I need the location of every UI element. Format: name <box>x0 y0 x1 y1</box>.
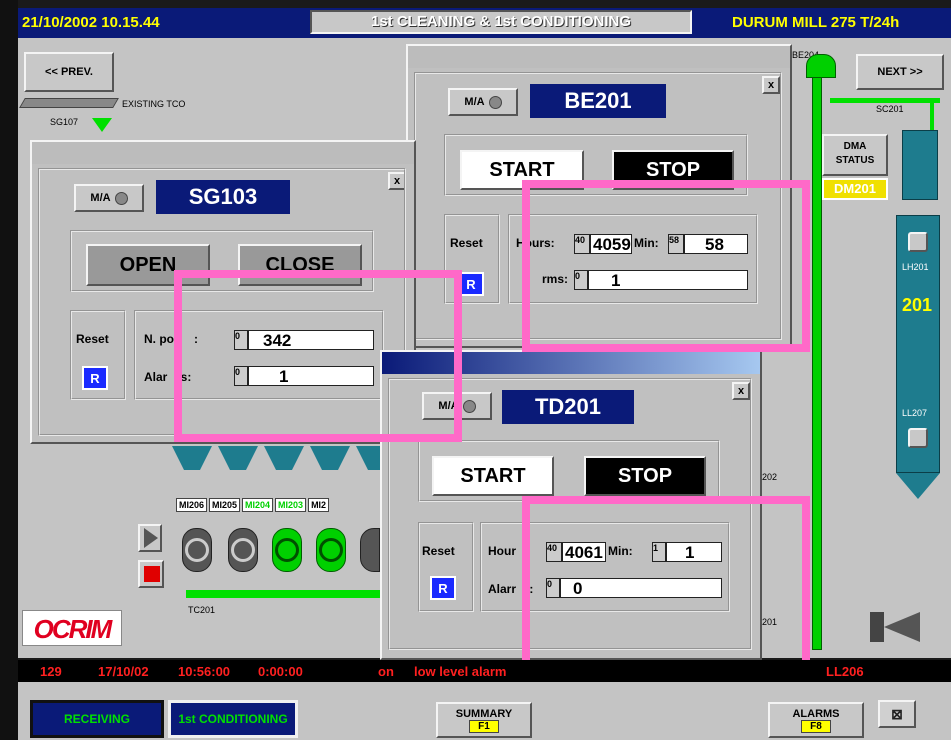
alarm-message: low level alarm <box>414 663 507 679</box>
motor-mi204[interactable] <box>272 528 302 572</box>
silo-bottom <box>896 473 940 499</box>
dm201-badge: DM201 <box>822 178 888 200</box>
highlight-box-td201 <box>522 496 810 668</box>
ocrim-logo: OCRIM <box>22 610 122 646</box>
tc201-label: TC201 <box>188 605 216 615</box>
alarm-bar[interactable]: 129 17/10/02 10:56:00 0:00:00 on low lev… <box>18 660 951 682</box>
side-label-202: 202 <box>762 472 778 482</box>
alarm-time: 10:56:00 <box>178 663 231 679</box>
sc201-label: SC201 <box>876 104 904 114</box>
td201-hours-label: Hour <box>488 544 516 558</box>
sg103-reset-button[interactable]: R <box>82 366 108 390</box>
mute-icon: ⊠ <box>891 705 903 722</box>
receiving-tab[interactable]: RECEIVING <box>30 700 164 738</box>
ll207-label: LL207 <box>902 408 928 418</box>
mute-horn-button[interactable]: ⊠ <box>878 700 916 728</box>
hopper-labels: MI206 MI205 MI204 MI203 MI2 <box>176 498 330 512</box>
sg103-titlebar <box>32 142 414 164</box>
next-button[interactable]: NEXT >> <box>856 54 944 90</box>
highlight-box-sg103 <box>174 270 462 442</box>
alarm-id: 129 <box>40 663 62 679</box>
alarm-tag: LL206 <box>826 663 864 679</box>
sg103-mode-button[interactable]: M/A <box>74 184 144 212</box>
hopper-label-mi205: MI205 <box>209 498 241 512</box>
td201-reset-button[interactable]: R <box>430 576 456 600</box>
alarms-button[interactable]: ALARMS F8 <box>768 702 864 738</box>
tc201-conveyor <box>186 590 386 598</box>
hopper-label-mi206: MI206 <box>176 498 208 512</box>
mode-indicator-icon <box>488 95 502 109</box>
motor-mi206[interactable] <box>182 528 212 572</box>
motor-mi203[interactable] <box>316 528 346 572</box>
summary-key: F1 <box>469 719 499 733</box>
be204-elevator <box>812 58 822 650</box>
alarm-date: 17/10/02 <box>98 663 149 679</box>
be201-mode-label: M/A <box>464 96 485 108</box>
motor-mi2[interactable] <box>360 528 380 572</box>
sg103-name: SG103 <box>156 180 290 214</box>
silo-number: 201 <box>902 295 933 315</box>
stop-button[interactable] <box>138 560 164 588</box>
play-button[interactable] <box>138 524 162 552</box>
prev-button[interactable]: << PREV. <box>24 52 114 92</box>
sg107-label: SG107 <box>50 117 79 127</box>
mode-indicator-icon <box>114 191 128 205</box>
alarms-key: F8 <box>801 719 831 733</box>
mode-indicator-icon <box>462 399 476 413</box>
sg107-valve-icon[interactable] <box>92 118 112 132</box>
be201-name: BE201 <box>530 84 666 118</box>
alarm-state: on <box>378 663 394 679</box>
td201-stop-button[interactable]: STOP <box>584 456 706 496</box>
ll207-indicator-icon[interactable] <box>908 428 928 448</box>
highlight-box-be201 <box>522 180 810 352</box>
dma-status-button[interactable]: DMA STATUS <box>822 134 888 176</box>
sg103-reset-label: Reset <box>76 332 109 346</box>
alarms-label: ALARMS <box>792 707 840 720</box>
be201-titlebar <box>408 46 790 68</box>
be204-head <box>806 54 836 78</box>
lh201-label: LH201 <box>902 262 929 272</box>
sg103-mode-label: M/A <box>90 192 111 204</box>
conditioning-tab[interactable]: 1st CONDITIONING <box>168 700 298 738</box>
alarm-duration: 0:00:00 <box>258 663 303 679</box>
lh201-indicator-icon[interactable] <box>908 232 928 252</box>
hopper-label-mi203: MI203 <box>275 498 307 512</box>
sc201-conveyor <box>830 98 940 103</box>
horn-cone <box>884 612 920 642</box>
header-right-title: DURUM MILL 275 T/24h <box>732 14 900 31</box>
hopper-bank <box>172 446 380 474</box>
td201-start-button[interactable]: START <box>432 456 554 496</box>
hopper-label-mi2: MI2 <box>308 498 330 512</box>
horn-icon[interactable] <box>870 612 884 642</box>
header-center-title: 1st CLEANING & 1st CONDITIONING <box>310 10 692 34</box>
be201-reset-label: Reset <box>450 236 483 250</box>
summary-label: SUMMARY <box>455 707 513 720</box>
existing-tco-conveyor <box>19 98 119 108</box>
motor-mi205[interactable] <box>228 528 258 572</box>
existing-tco-label: EXISTING TCO <box>122 99 186 109</box>
left-frame <box>0 0 18 740</box>
dampener-body <box>902 130 938 200</box>
td201-name: TD201 <box>502 390 634 424</box>
td201-reset-label: Reset <box>422 544 455 558</box>
hopper-label-mi204: MI204 <box>242 498 274 512</box>
be201-mode-button[interactable]: M/A <box>448 88 518 116</box>
header-datetime: 21/10/2002 10.15.44 <box>22 14 160 31</box>
summary-button[interactable]: SUMMARY F1 <box>436 702 532 738</box>
